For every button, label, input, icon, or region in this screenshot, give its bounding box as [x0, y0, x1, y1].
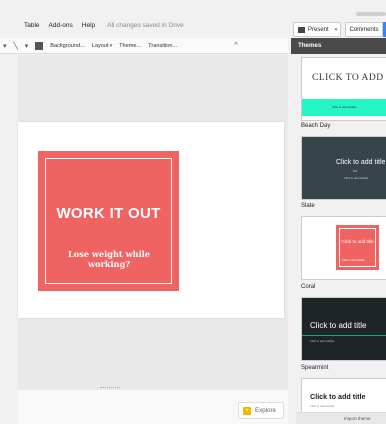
menu-help[interactable]: Help — [82, 22, 95, 29]
explore-icon: + — [243, 406, 251, 415]
theme-label-spearmint: Spearmint — [301, 365, 329, 371]
menu-bar: Table Add-ons Help All changes saved in … — [0, 14, 300, 36]
chevron-down-icon[interactable]: ▾ — [335, 27, 338, 33]
theme-label-beach-day: Beach Day — [301, 123, 331, 129]
theme-thumb-title: Click to add title — [336, 159, 386, 166]
explore-label: Explore — [255, 407, 276, 414]
toolbar: ▾ ╲ ▾ Background... Layout ▾ Theme... Tr… — [0, 38, 288, 54]
background-button[interactable]: Background... — [50, 43, 85, 49]
present-label: Present — [308, 26, 329, 33]
theme-accent-line — [302, 335, 386, 336]
slide-canvas[interactable]: WORK IT OUT Lose weight while working? — [18, 55, 288, 390]
theme-thumb-title: CLICK TO ADD TITLE — [312, 73, 386, 83]
theme-thumb-title: Click to add title — [341, 239, 374, 244]
themes-panel-header: Themes — [291, 38, 386, 54]
theme-thumb-slate[interactable]: Click to add title Click to add subtitle — [301, 216, 386, 280]
import-theme-button[interactable]: Import theme — [296, 412, 386, 424]
theme-label-coral: Coral — [301, 284, 316, 290]
theme-thumb-title: Click to add title — [310, 392, 366, 401]
theme-thumb-coral[interactable]: Click to add title Click to add subtitle — [301, 297, 386, 361]
transition-button[interactable]: Transition... — [148, 43, 177, 49]
theme-thumb-subtitle: Click to add subtitle — [310, 404, 335, 408]
slide[interactable]: WORK IT OUT Lose weight while working? — [18, 122, 284, 318]
resize-handle[interactable] — [100, 387, 120, 389]
dots-icon: ••• — [353, 168, 358, 173]
slide-card[interactable]: WORK IT OUT Lose weight while working? — [38, 151, 179, 291]
theme-thumb-default[interactable]: CLICK TO ADD TITLE Click to add subtitle — [301, 57, 386, 121]
save-status: All changes saved in Drive — [107, 21, 184, 29]
slide-subtitle[interactable]: Lose weight while working? — [54, 249, 164, 269]
theme-thumb-subtitle: Click to add subtitle — [310, 339, 335, 343]
insert-box-icon[interactable] — [35, 41, 44, 50]
menu-addons[interactable]: Add-ons — [49, 22, 73, 29]
account-info[interactable] — [356, 12, 386, 16]
explore-button[interactable]: + Explore — [238, 402, 284, 419]
theme-thumb-subtitle: Click to add subtitle — [332, 105, 357, 109]
chevron-down-icon[interactable]: ▾ — [3, 42, 7, 50]
theme-button[interactable]: Theme... — [119, 43, 141, 49]
theme-thumb-subtitle: Click to add subtitle — [344, 176, 369, 180]
chevron-up-icon[interactable]: ^ — [234, 42, 237, 49]
theme-thumb-beach-day[interactable]: Click to add title ••• Click to add subt… — [301, 136, 386, 200]
comments-button[interactable]: Comments — [345, 22, 383, 37]
menu-table[interactable]: Table — [24, 22, 40, 29]
theme-label-slate: Slate — [301, 203, 315, 209]
slide-title[interactable]: WORK IT OUT — [38, 205, 179, 222]
line-tool-icon[interactable]: ╲ — [14, 42, 18, 50]
present-button[interactable]: Present ▾ — [293, 22, 341, 37]
theme-thumb-title: Click to add title — [310, 321, 367, 330]
chevron-down-icon[interactable]: ▾ — [110, 43, 113, 49]
theme-thumb-subtitle: Click to add subtitle — [342, 259, 365, 262]
theme-thumb-card: Click to add title Click to add subtitle — [336, 225, 379, 270]
chevron-down-icon[interactable]: ▾ — [25, 42, 29, 50]
present-icon — [298, 26, 305, 33]
layout-button[interactable]: Layout — [92, 43, 109, 49]
